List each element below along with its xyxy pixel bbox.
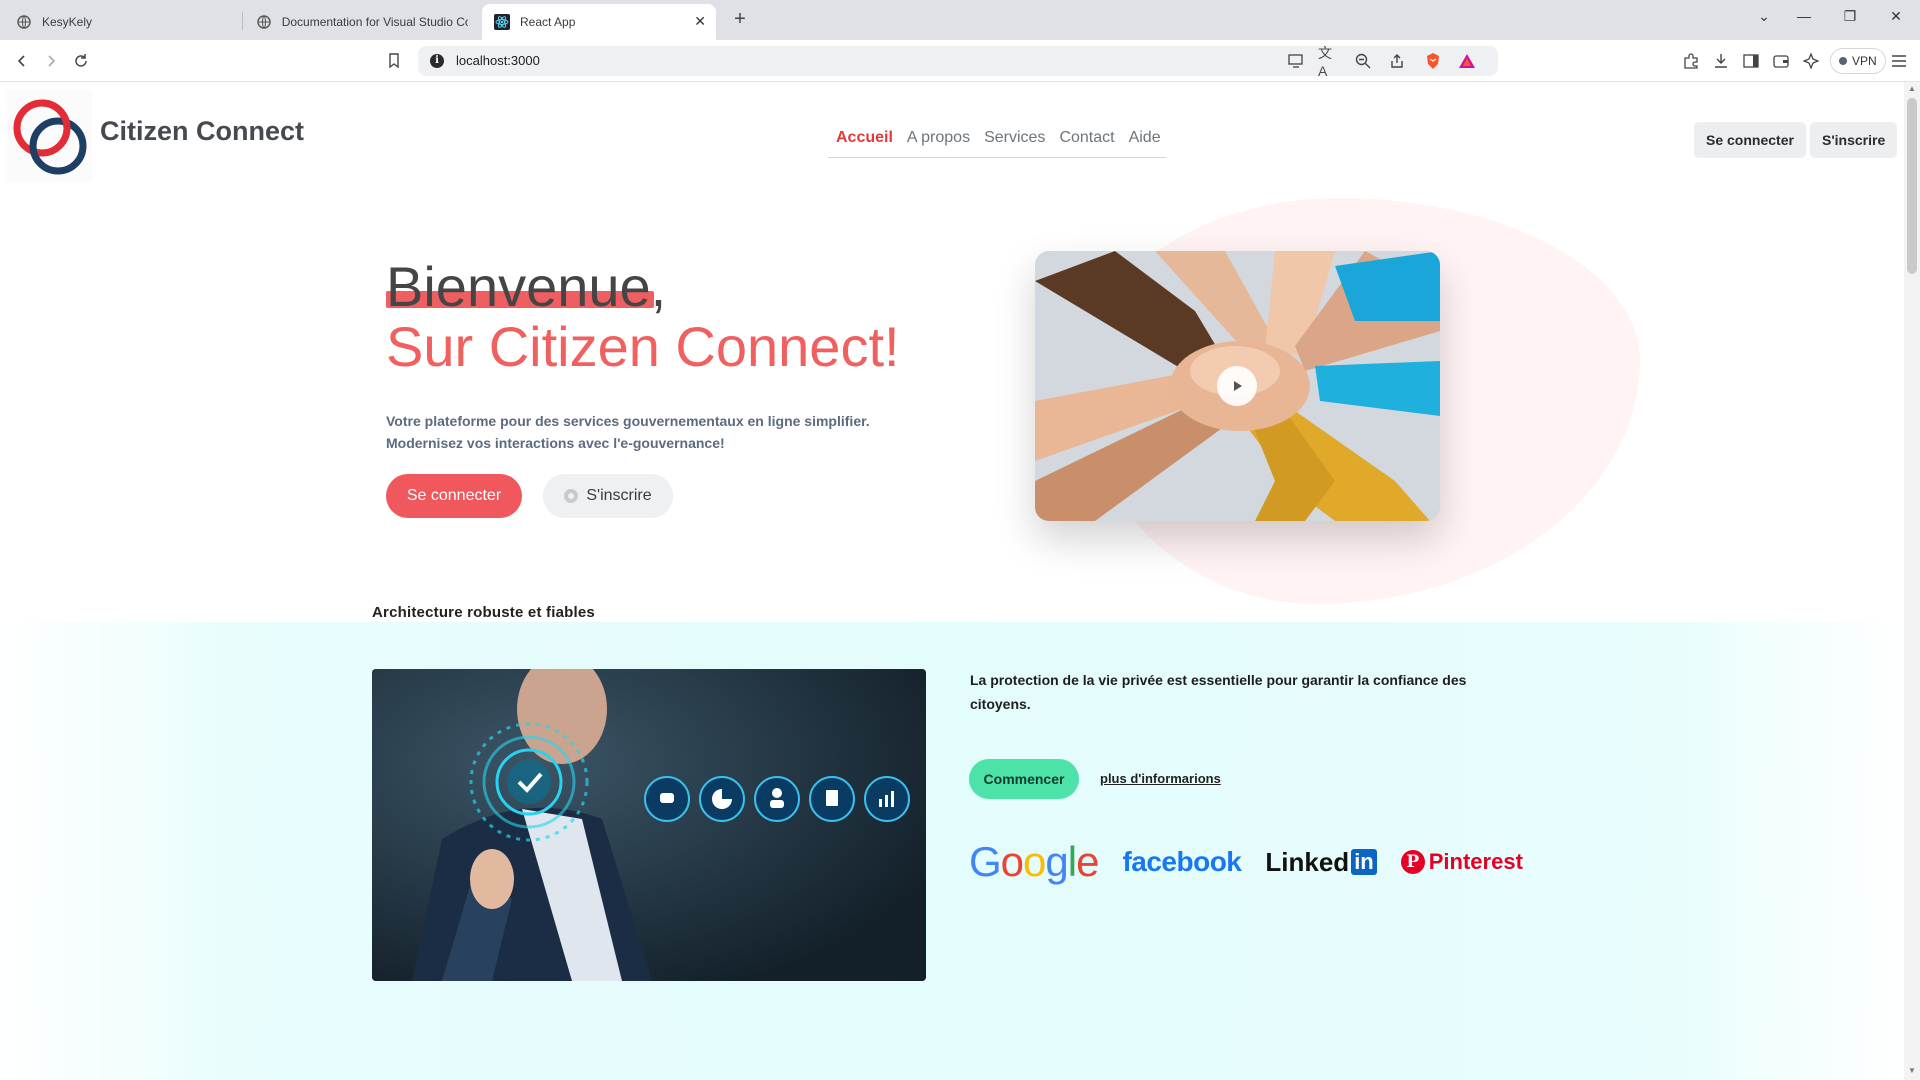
hero-description-line1: Votre plateforme pour des services gouve…	[386, 413, 870, 429]
restore-icon[interactable]: ❐	[1840, 8, 1860, 25]
nav-item-contact[interactable]: Contact	[1059, 129, 1114, 147]
vpn-button[interactable]: VPN	[1830, 48, 1886, 74]
section-title: Architecture robuste et fiables	[372, 604, 595, 621]
url-text[interactable]: localhost:3000	[456, 53, 540, 68]
sidebar-icon[interactable]	[1740, 50, 1762, 72]
globe-icon	[256, 14, 272, 30]
header-signup-button[interactable]: S'inscrire	[1810, 122, 1898, 158]
cast-icon[interactable]	[1285, 50, 1307, 72]
page-viewport: Citizen Connect Accueil A propos Service…	[0, 82, 1904, 1080]
citizen-connect-logo[interactable]	[6, 90, 92, 182]
browser-tab-bar: KesyKely Documentation for Visual Studio…	[0, 0, 1920, 40]
close-tab-icon[interactable]: ✕	[694, 13, 706, 30]
scroll-down-icon[interactable]: ▼	[1908, 1066, 1916, 1075]
minimize-icon[interactable]: —	[1794, 8, 1814, 24]
hero-description: Votre plateforme pour des services gouve…	[386, 410, 946, 454]
tab-search-icon[interactable]: ⌄	[1754, 8, 1774, 25]
hero-title-line2: Sur Citizen Connect!	[386, 315, 900, 378]
security-dashboard-image	[372, 669, 926, 981]
linkedin-logo: Linked in	[1265, 846, 1377, 878]
nav-item-a-propos[interactable]: A propos	[907, 129, 970, 147]
download-icon[interactable]	[1710, 50, 1732, 72]
hero-description-line2: Modernisez vos interactions avec l'e-gou…	[386, 435, 725, 451]
new-tab-icon[interactable]: +	[728, 8, 752, 31]
circle-icon	[564, 489, 579, 503]
menu-icon[interactable]	[1888, 50, 1910, 72]
globe-icon	[16, 14, 32, 30]
start-button[interactable]: Commencer	[969, 759, 1079, 799]
google-logo: Google	[969, 838, 1099, 885]
hero-video[interactable]	[1035, 251, 1440, 521]
leo-icon[interactable]	[1800, 50, 1822, 72]
tab-separator	[242, 12, 243, 30]
hero-login-button[interactable]: Se connecter	[386, 474, 522, 518]
wallet-icon[interactable]	[1770, 50, 1792, 72]
tab-title: Documentation for Visual Studio Co	[281, 15, 468, 29]
hero-signup-button[interactable]: S'inscrire	[543, 474, 673, 518]
hero-title-line1: Bienvenue,	[386, 255, 667, 318]
pinterest-wordmark: Pinterest	[1428, 849, 1523, 874]
nav-item-accueil[interactable]: Accueil	[836, 129, 893, 147]
scroll-up-icon[interactable]: ▲	[1908, 84, 1916, 93]
play-icon[interactable]	[1217, 366, 1257, 406]
nav-item-services[interactable]: Services	[984, 129, 1045, 147]
tab-title: React App	[520, 15, 576, 29]
forward-icon[interactable]	[40, 50, 62, 72]
react-icon	[494, 14, 510, 30]
close-window-icon[interactable]: ✕	[1886, 8, 1906, 25]
architecture-section	[0, 622, 1904, 1080]
vpn-label: VPN	[1852, 54, 1877, 68]
brave-shield-icon[interactable]	[1422, 50, 1444, 72]
scroll-thumb[interactable]	[1907, 98, 1917, 274]
translate-icon[interactable]: 文A	[1318, 45, 1340, 79]
nav-item-aide[interactable]: Aide	[1129, 129, 1161, 147]
reload-icon[interactable]	[70, 50, 92, 72]
browser-toolbar: i localhost:3000 文A VPN	[0, 40, 1920, 82]
pinterest-icon: P	[1400, 850, 1425, 874]
tab-vscode-docs[interactable]: Documentation for Visual Studio Co	[244, 4, 480, 40]
pinterest-logo: P Pinterest	[1400, 849, 1523, 875]
tab-kesykely[interactable]: KesyKely	[4, 4, 240, 40]
brave-rewards-icon[interactable]	[1456, 50, 1478, 72]
linkedin-badge: in	[1351, 849, 1377, 875]
linkedin-wordmark: Linked	[1265, 846, 1350, 877]
brand-name[interactable]: Citizen Connect	[100, 116, 304, 147]
hero-signup-label: S'inscrire	[586, 487, 652, 504]
main-nav: Accueil A propos Services Contact Aide	[828, 118, 1166, 158]
extensions-icon[interactable]	[1680, 50, 1702, 72]
back-icon[interactable]	[11, 50, 33, 72]
share-icon[interactable]	[1386, 50, 1408, 72]
privacy-text: La protection de la vie privée est essen…	[970, 672, 1467, 712]
tab-react-app[interactable]: React App ✕	[482, 4, 716, 40]
more-info-link[interactable]: plus d'informarions	[1100, 771, 1221, 786]
page-scrollbar[interactable]: ▲ ▼	[1904, 82, 1920, 1080]
partner-logos: Google facebook Linked in P Pinterest	[969, 838, 1523, 886]
header-login-button[interactable]: Se connecter	[1694, 122, 1806, 158]
bookmark-icon[interactable]	[383, 50, 405, 72]
info-icon[interactable]: i	[430, 54, 444, 68]
zoom-icon[interactable]	[1352, 50, 1374, 72]
tab-title: KesyKely	[42, 15, 93, 29]
vpn-status-icon	[1839, 57, 1847, 65]
facebook-logo: facebook	[1122, 846, 1242, 877]
